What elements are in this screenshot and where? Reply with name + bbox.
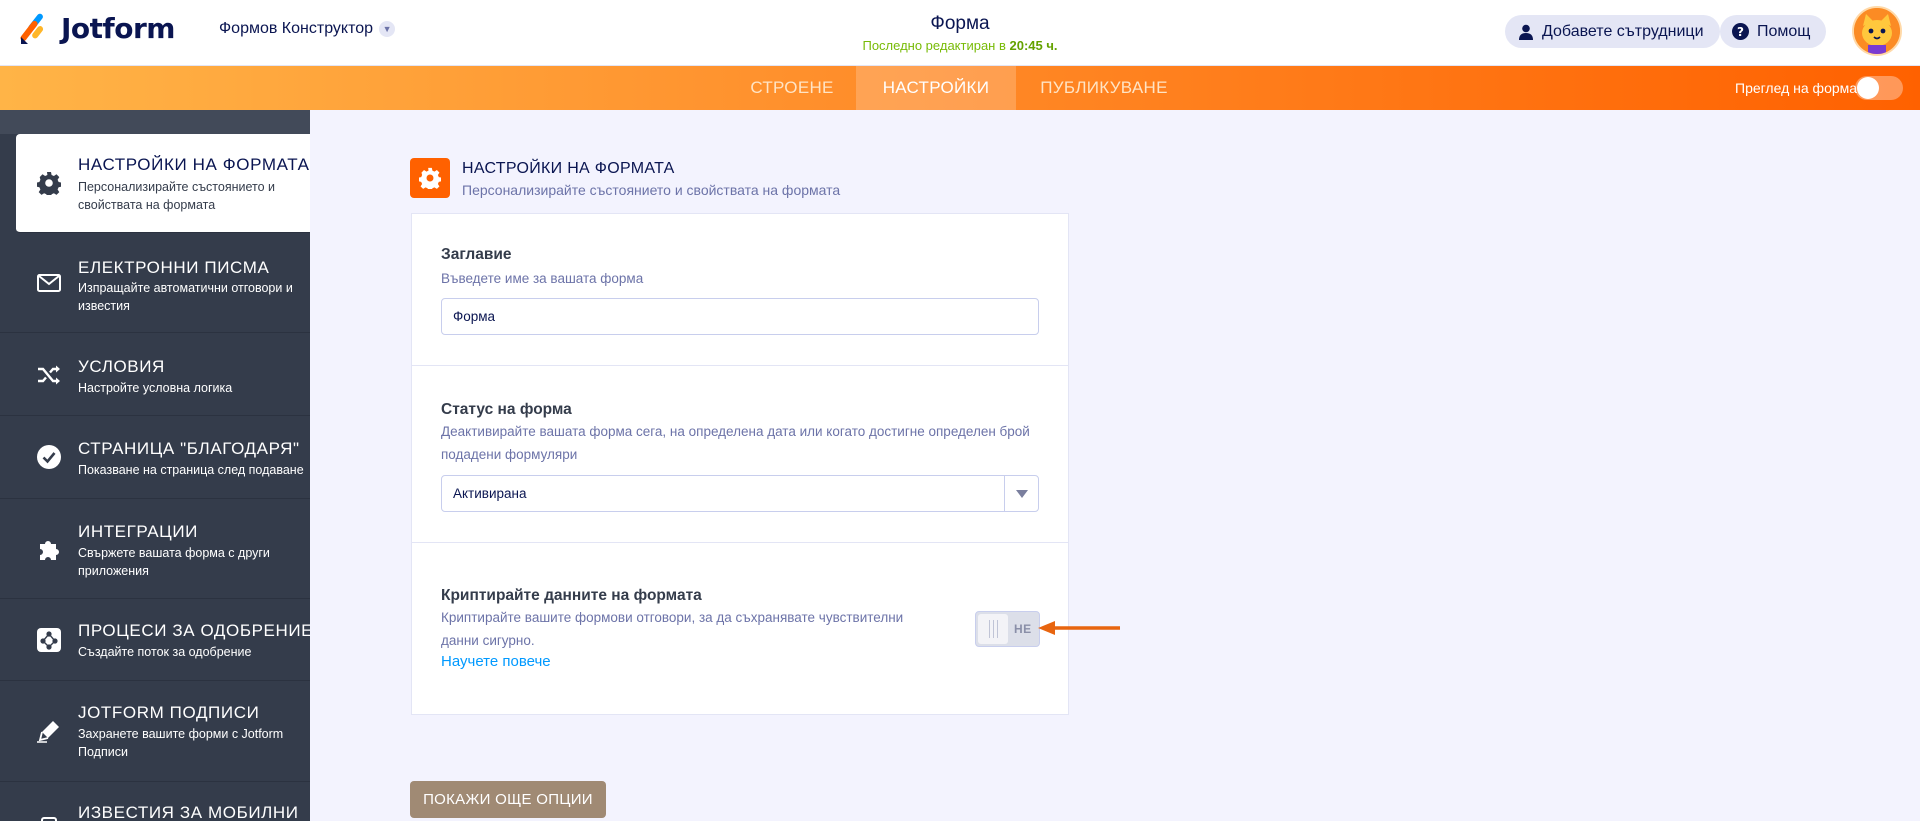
sidebar-item-mobile-notifications[interactable]: ИЗВЕСТИЯ ЗА МОБИЛНИ bbox=[0, 782, 310, 821]
question-icon: ? bbox=[1732, 23, 1749, 40]
form-status-value: Активирана bbox=[453, 486, 527, 501]
show-more-options-button[interactable]: ПОКАЖИ ОЩЕ ОПЦИИ bbox=[410, 781, 606, 818]
last-edited-time: 20:45 ч. bbox=[1009, 38, 1058, 53]
sidebar-item-desc: Персонализирайте състоянието и свойстват… bbox=[78, 180, 276, 212]
toggle-knob bbox=[1857, 77, 1879, 99]
chevron-down-icon: ▼ bbox=[379, 21, 396, 37]
sidebar-top-strip bbox=[0, 110, 310, 134]
check-circle-icon bbox=[36, 444, 62, 470]
sidebar-item-desc: Настройте условна логика bbox=[78, 381, 233, 395]
sidebar-item-thank-you-page[interactable]: СТРАНИЦА "БЛАГОДАРЯ" Показване на страни… bbox=[0, 416, 310, 499]
section-subtitle: Персонализирайте състоянието и свойстват… bbox=[462, 182, 841, 198]
divider bbox=[412, 542, 1068, 543]
annotation-arrow-icon bbox=[1038, 621, 1120, 635]
add-collaborators-button[interactable]: Добавете сътрудници bbox=[1505, 15, 1720, 48]
status-help: Деактивирайте вашата форма сега, на опре… bbox=[441, 424, 1030, 462]
help-label: Помощ bbox=[1757, 22, 1811, 40]
title-label: Заглавие bbox=[441, 246, 512, 263]
preview-form-label: Преглед на форма bbox=[1735, 80, 1858, 96]
builder-switcher[interactable]: Формов Конструктор ▼ bbox=[219, 20, 396, 38]
settings-sidebar: НАСТРОЙКИ НА ФОРМАТА Персонализирайте съ… bbox=[0, 110, 310, 821]
user-icon bbox=[1517, 23, 1534, 40]
mobile-icon bbox=[36, 816, 62, 821]
section-gear-icon bbox=[410, 158, 450, 198]
sidebar-item-title: ИНТЕГРАЦИИ bbox=[78, 522, 198, 541]
sidebar-item-title: НАСТРОЙКИ НА ФОРМАТА bbox=[78, 155, 310, 174]
learn-more-link[interactable]: Научете повече bbox=[441, 653, 551, 670]
title-help: Въведете име за вашата форма bbox=[441, 271, 644, 286]
sidebar-item-conditions[interactable]: УСЛОВИЯ Настройте условна логика bbox=[0, 333, 310, 416]
encrypt-help: Криптирайте вашите формови отговори, за … bbox=[441, 610, 904, 648]
svg-text:?: ? bbox=[1737, 25, 1744, 39]
form-title-input[interactable] bbox=[441, 298, 1039, 335]
add-collaborators-label: Добавете сътрудници bbox=[1542, 22, 1704, 40]
sidebar-item-desc: Изпращайте автоматични отговори и извест… bbox=[78, 281, 293, 313]
sidebar-item-title: ПРОЦЕСИ ЗА ОДОБРЕНИЕ bbox=[78, 621, 310, 640]
tab-settings[interactable]: НАСТРОЙКИ bbox=[856, 66, 1016, 110]
sidebar-item-title: JOTFORM ПОДПИСИ bbox=[78, 703, 260, 722]
settings-card: Заглавие Въведете име за вашата форма Ст… bbox=[411, 213, 1069, 715]
sidebar-item-form-settings[interactable]: НАСТРОЙКИ НА ФОРМАТА Персонализирайте съ… bbox=[16, 134, 310, 233]
shuffle-icon bbox=[36, 362, 62, 388]
sidebar-item-title: ИЗВЕСТИЯ ЗА МОБИЛНИ bbox=[78, 803, 299, 821]
sidebar-item-title: СТРАНИЦА "БЛАГОДАРЯ" bbox=[78, 439, 300, 458]
tab-publish[interactable]: ПУБЛИКУВАНЕ bbox=[1030, 66, 1178, 110]
approval-flow-icon bbox=[36, 627, 62, 653]
help-button[interactable]: ? Помощ bbox=[1720, 15, 1827, 48]
preview-form-toggle[interactable] bbox=[1855, 76, 1903, 100]
last-edited-prefix: Последно редактиран в bbox=[862, 38, 1006, 53]
sidebar-item-jotform-sign[interactable]: JOTFORM ПОДПИСИ Захранете вашите форми с… bbox=[0, 681, 310, 782]
builder-nav: СТРОЕНЕ НАСТРОЙКИ ПУБЛИКУВАНЕ Преглед на… bbox=[0, 66, 1920, 110]
sidebar-item-integrations[interactable]: ИНТЕГРАЦИИ Свържете вашата форма с други… bbox=[0, 499, 310, 599]
tab-build[interactable]: СТРОЕНЕ bbox=[742, 66, 842, 110]
divider bbox=[412, 365, 1068, 366]
puzzle-icon bbox=[36, 536, 62, 562]
builder-label: Формов Конструктор bbox=[219, 20, 374, 37]
gear-icon bbox=[36, 170, 62, 196]
sidebar-item-title: ЕЛЕКТРОННИ ПИСМА bbox=[78, 258, 270, 277]
status-label: Статус на форма bbox=[441, 401, 572, 418]
encrypt-toggle-state: НЕ bbox=[1014, 622, 1032, 636]
encrypt-toggle[interactable]: НЕ bbox=[975, 611, 1040, 647]
sidebar-item-approval-flows[interactable]: ПРОЦЕСИ ЗА ОДОБРЕНИЕ Създайте поток за о… bbox=[0, 599, 310, 681]
section-title: НАСТРОЙКИ НА ФОРМАТА bbox=[462, 160, 675, 177]
pen-icon bbox=[36, 718, 62, 744]
sidebar-item-emails[interactable]: ЕЛЕКТРОННИ ПИСМА Изпращайте автоматични … bbox=[0, 233, 310, 333]
sidebar-item-desc: Показване на страница след подаване bbox=[78, 463, 304, 477]
toggle-knob bbox=[978, 614, 1008, 644]
dropdown-arrow-icon bbox=[1004, 476, 1038, 511]
sidebar-item-desc: Свържете вашата форма с други приложения bbox=[78, 546, 270, 578]
sidebar-item-title: УСЛОВИЯ bbox=[78, 357, 165, 376]
sidebar-item-desc: Създайте поток за одобрение bbox=[78, 645, 252, 659]
form-status-select[interactable]: Активирана bbox=[441, 475, 1039, 512]
top-header: Jotform Формов Конструктор ▼ Форма После… bbox=[0, 0, 1920, 66]
cat-avatar-icon bbox=[1854, 8, 1900, 54]
avatar[interactable] bbox=[1852, 6, 1902, 56]
sidebar-item-desc: Захранете вашите форми с Jotform Подписи bbox=[78, 727, 284, 759]
encrypt-label: Криптирайте данните на формата bbox=[441, 587, 702, 604]
envelope-icon bbox=[36, 270, 62, 296]
